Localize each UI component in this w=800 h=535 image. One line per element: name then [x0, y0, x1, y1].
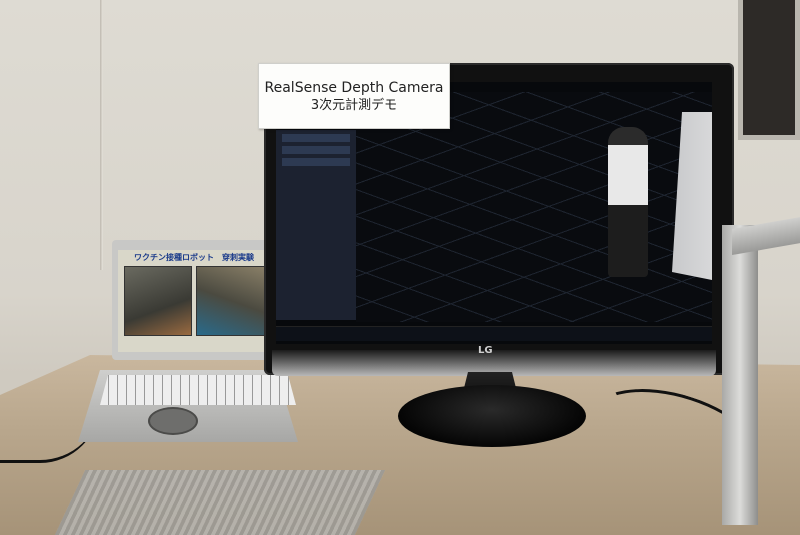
sign-line-1: RealSense Depth Camera [264, 79, 444, 96]
point-cloud-person [608, 127, 648, 277]
aluminium-rig-bar [732, 214, 800, 256]
point-cloud-wall [672, 112, 712, 292]
wall-picture-frame [738, 0, 800, 140]
laptop-screen-title: ワクチン接種ロボット 穿刺実験 [134, 253, 254, 262]
laptop-keyboard [100, 375, 296, 405]
os-taskbar [276, 326, 712, 341]
lower-shelf [54, 470, 386, 535]
viewer-sidebar [276, 130, 357, 320]
wall-seam [100, 0, 103, 270]
monitor-logo: LG [478, 345, 493, 356]
sign-line-2: 3次元計測デモ [310, 97, 398, 113]
laptop-trackpad [148, 407, 198, 435]
laptop-display: ワクチン接種ロボット 穿刺実験 [118, 250, 270, 352]
aluminium-rig-post [722, 225, 758, 525]
laptop-photo-left [124, 266, 192, 336]
laptop-photo-right [196, 266, 268, 336]
sidebar-row [282, 158, 350, 166]
sidebar-row [282, 134, 350, 142]
sidebar-row [282, 146, 350, 154]
laptop-screen: ワクチン接種ロボット 穿刺実験 [112, 240, 276, 360]
photo-scene: ワクチン接種ロボット 穿刺実験 LG RealSense Depth Camer… [0, 0, 800, 535]
monitor-stand [398, 385, 586, 447]
paper-sign: RealSense Depth Camera 3次元計測デモ [258, 63, 450, 129]
